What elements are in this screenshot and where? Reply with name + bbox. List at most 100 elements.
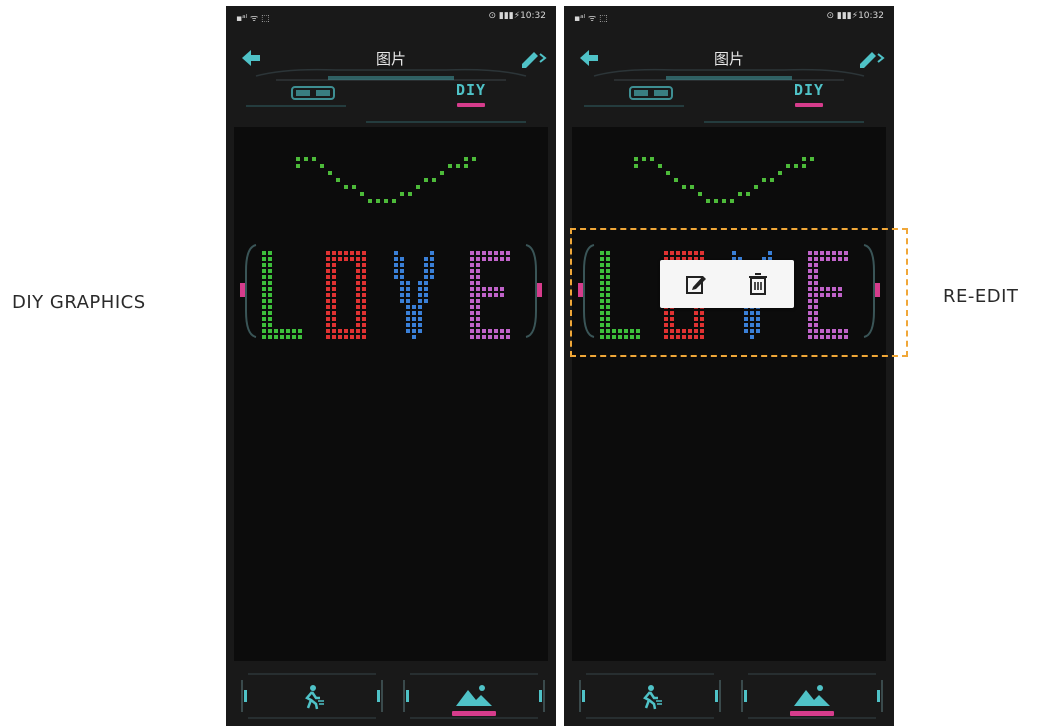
- letter-e-pixel: [482, 251, 486, 255]
- letter-o-pixel: [326, 317, 330, 321]
- letter-e-pixel: [476, 305, 480, 309]
- letter-o-pixel: [344, 251, 348, 255]
- letter-e-pixel: [500, 287, 504, 291]
- letter-o-pixel: [356, 311, 360, 315]
- letter-e-pixel: [476, 263, 480, 267]
- letter-v-pixel: [400, 257, 404, 261]
- letter-e-pixel: [470, 281, 474, 285]
- letter-l-pixel: [268, 251, 272, 255]
- phone-screen-re-edit: ▪ᵃˡ ᯤ ⬚ ⊙ ▮▮▮⚡10:32 图片 DIY: [564, 6, 894, 726]
- header-decoration: [584, 68, 865, 131]
- letter-l-pixel: [262, 299, 266, 303]
- letter-e-pixel: [500, 257, 504, 261]
- wave-pixel: [392, 199, 396, 203]
- nav-run-button[interactable]: [576, 670, 724, 722]
- letter-o-pixel: [362, 335, 366, 339]
- letter-o-pixel: [326, 311, 330, 315]
- pixel-graphic[interactable]: [572, 127, 886, 661]
- wave-pixel: [778, 171, 782, 175]
- letter-o-pixel: [362, 281, 366, 285]
- letter-o-pixel: [356, 263, 360, 267]
- wave-pixel: [762, 178, 766, 182]
- letter-l-pixel: [262, 287, 266, 291]
- wave-pixel: [424, 178, 428, 182]
- letter-e-pixel: [488, 293, 492, 297]
- letter-o-pixel: [326, 299, 330, 303]
- letter-e-pixel: [470, 305, 474, 309]
- letter-l-pixel: [262, 335, 266, 339]
- letter-o-pixel: [356, 305, 360, 309]
- phone-screen-diy-graphics: ▪ᵃˡ ᯤ ⬚ ⊙ ▮▮▮⚡10:32 图片 DIY: [226, 6, 556, 726]
- letter-v-pixel: [430, 269, 434, 273]
- letter-o-pixel: [356, 317, 360, 321]
- bracket-right: [525, 244, 542, 338]
- wave-pixel: [456, 164, 460, 168]
- header-decoration: [246, 68, 527, 131]
- glasses-icon[interactable]: [626, 80, 676, 106]
- page-title: 图片: [375, 50, 406, 68]
- letter-v-pixel: [394, 269, 398, 273]
- nav-pictures-button[interactable]: [738, 670, 886, 722]
- letter-e-pixel: [470, 329, 474, 333]
- letter-e-pixel: [476, 329, 480, 333]
- letter-e-pixel: [476, 269, 480, 273]
- letter-o-pixel: [332, 299, 336, 303]
- letter-v-pixel: [424, 293, 428, 297]
- letter-e-pixel: [482, 287, 486, 291]
- letter-v-pixel: [406, 299, 410, 303]
- wave-pixel: [304, 157, 308, 161]
- letter-e-pixel: [494, 329, 498, 333]
- letter-v-pixel: [400, 263, 404, 267]
- letter-o-pixel: [332, 287, 336, 291]
- letter-o-pixel: [362, 299, 366, 303]
- letter-o-pixel: [344, 335, 348, 339]
- letter-e-pixel: [488, 257, 492, 261]
- letter-e-pixel: [488, 251, 492, 255]
- letter-e-pixel: [470, 293, 474, 297]
- status-bar-time: ⊙ ▮▮▮⚡10:32: [826, 11, 884, 21]
- nav-run-button[interactable]: [238, 670, 386, 722]
- letter-v-pixel: [418, 305, 422, 309]
- tab-active-indicator: [795, 103, 823, 107]
- letter-l-pixel: [268, 317, 272, 321]
- letter-e-pixel: [482, 293, 486, 297]
- letter-o-pixel: [356, 329, 360, 333]
- letter-o-pixel: [356, 281, 360, 285]
- letter-l-pixel: [262, 305, 266, 309]
- wave-pixel: [432, 178, 436, 182]
- letter-o-pixel: [362, 269, 366, 273]
- wave-pixel: [746, 192, 750, 196]
- nav-pictures-button[interactable]: [400, 670, 548, 722]
- letter-e-pixel: [494, 293, 498, 297]
- letter-o-pixel: [344, 329, 348, 333]
- selection-highlight: [570, 228, 908, 357]
- wave-pixel: [400, 192, 404, 196]
- letter-v-pixel: [394, 263, 398, 267]
- mountain-picture-icon: [794, 685, 830, 706]
- diy-canvas[interactable]: [234, 127, 548, 661]
- caption-re-edit: RE-EDIT: [943, 286, 1019, 307]
- letter-v-pixel: [406, 281, 410, 285]
- letter-v-pixel: [424, 275, 428, 279]
- letter-o-pixel: [326, 269, 330, 273]
- glasses-icon[interactable]: [288, 80, 338, 106]
- letter-e-pixel: [470, 275, 474, 279]
- letter-o-pixel: [332, 323, 336, 327]
- letter-o-pixel: [350, 257, 354, 261]
- letter-l-pixel: [268, 335, 272, 339]
- letter-v-pixel: [418, 329, 422, 333]
- tab-diy[interactable]: DIY: [784, 80, 834, 114]
- letter-o-pixel: [332, 251, 336, 255]
- diy-canvas[interactable]: [572, 127, 886, 661]
- letter-o-pixel: [338, 329, 342, 333]
- wave-pixel: [786, 164, 790, 168]
- tab-diy[interactable]: DIY: [446, 80, 496, 114]
- letter-o-pixel: [332, 329, 336, 333]
- letter-l-pixel: [268, 293, 272, 297]
- letter-v-pixel: [418, 293, 422, 297]
- letter-o-pixel: [356, 299, 360, 303]
- draw-edit-icon[interactable]: [856, 44, 886, 70]
- letter-o-pixel: [362, 287, 366, 291]
- draw-edit-icon[interactable]: [518, 44, 548, 70]
- letter-e-pixel: [470, 287, 474, 291]
